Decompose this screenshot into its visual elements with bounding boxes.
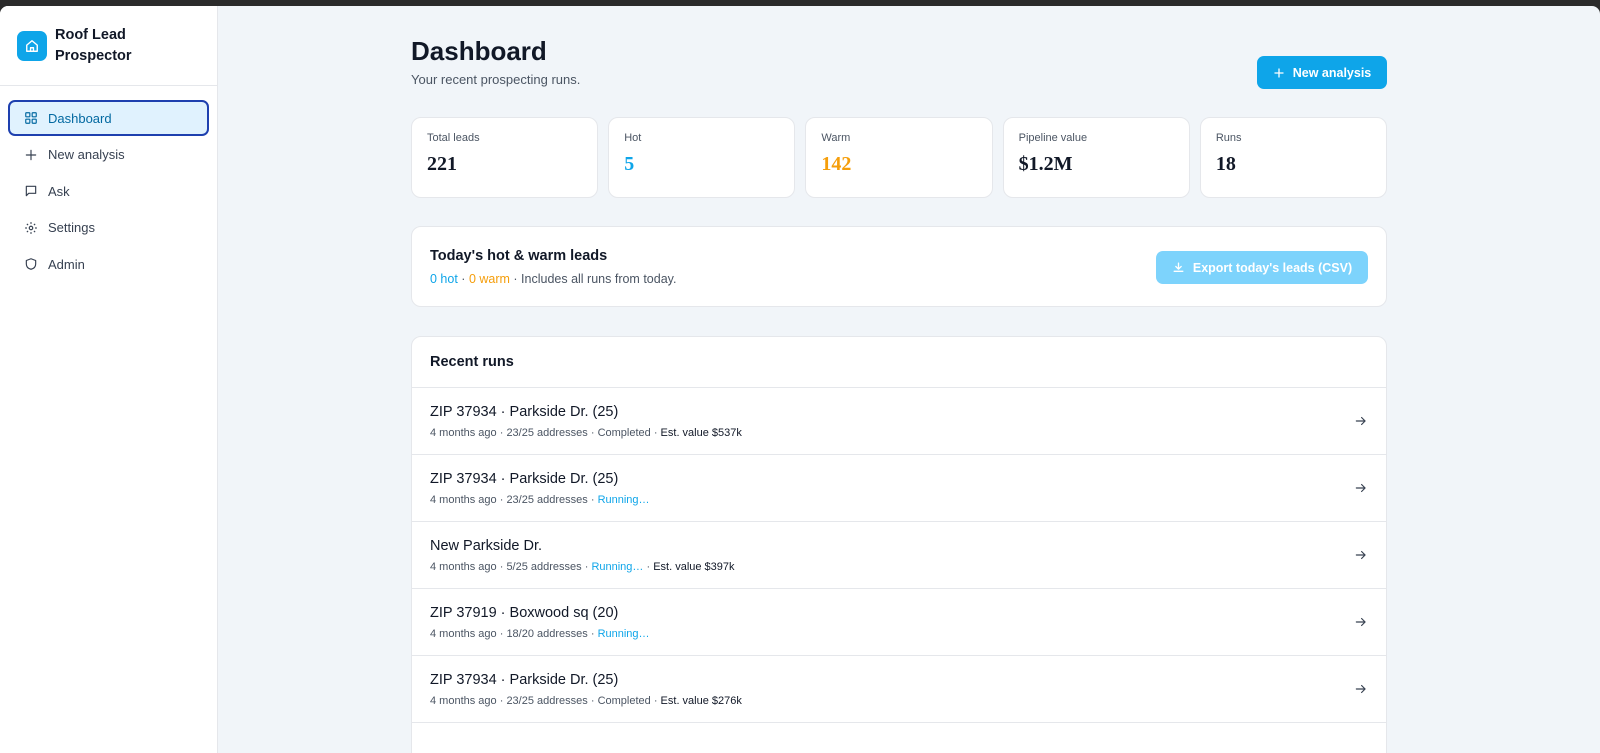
stat-label: Pipeline value (1018, 132, 1088, 144)
page-subtitle: Your recent prospecting runs. (411, 72, 581, 87)
stat-card-hot: Hot 5 (608, 117, 796, 198)
run-row[interactable]: ZIP 37934 · Parkside Dr. (25) 4 months ag… (412, 388, 1386, 455)
hot-count: 0 hot (430, 272, 458, 286)
separator: · (513, 272, 522, 286)
stat-label: Runs (1215, 132, 1242, 144)
export-label: Export today's leads (CSV) (1192, 260, 1353, 275)
run-row[interactable]: New Parkside Dr. 4 months ago · 5/25 addr… (412, 522, 1386, 589)
stat-value: 142 (821, 153, 852, 175)
run-age: 4 months ago (430, 628, 497, 640)
today-leads-title: Today's hot & warm leads (430, 248, 608, 264)
run-age: 4 months ago (430, 695, 497, 707)
run-addresses: 23/25 addresses (506, 695, 588, 707)
download-icon (1173, 262, 1184, 272)
warm-count: 0 warm (468, 272, 510, 286)
run-age: 4 months ago (430, 561, 497, 573)
stat-card-total-leads: Total leads 221 (411, 117, 599, 198)
dashboard-icon (23, 111, 38, 126)
sidebar-item-new-analysis[interactable]: New analysis (8, 137, 209, 173)
today-note: Includes all runs from today. (521, 272, 677, 286)
arrow-right-icon (1355, 416, 1366, 426)
sidebar-item-label: Dashboard (48, 110, 112, 126)
sidebar-nav: Dashboard New analysis Ask Settings Admi… (0, 86, 217, 297)
today-leads-card: Today's hot & warm leads 0 hot · 0 warm … (411, 226, 1387, 307)
stat-value: 18 (1215, 153, 1236, 175)
sidebar-item-dashboard[interactable]: Dashboard (8, 100, 209, 136)
run-est-value: Est. value $537k (660, 427, 742, 439)
run-meta: 4 months ago · 18/20 addresses · Running… (430, 628, 650, 640)
stat-label: Hot (624, 132, 642, 144)
sidebar-item-label: Ask (48, 183, 70, 199)
arrow-right-icon (1355, 617, 1366, 627)
page-title: Dashboard (411, 36, 547, 66)
arrow-right-icon (1355, 684, 1366, 694)
sidebar-item-label: Admin (48, 256, 85, 272)
new-analysis-button[interactable]: New analysis (1257, 56, 1387, 89)
sidebar-item-admin[interactable]: Admin (8, 246, 209, 282)
arrow-right-icon (1355, 550, 1366, 560)
run-addresses: 23/25 addresses (506, 494, 588, 506)
today-leads-summary: 0 hot · 0 warm · Includes all runs from … (430, 272, 676, 286)
runs-list: ZIP 37934 · Parkside Dr. (25) 4 months ag… (412, 388, 1386, 723)
shield-icon (23, 257, 38, 272)
export-csv-button[interactable]: Export today's leads (CSV) (1156, 251, 1368, 284)
sidebar-item-settings[interactable]: Settings (8, 210, 209, 246)
separator: · (461, 272, 469, 286)
brand[interactable]: Roof Lead Prospector (0, 6, 217, 86)
run-row[interactable]: ZIP 37919 · Boxwood sq (20) 4 months ago … (412, 589, 1386, 656)
run-title: ZIP 37919 · Boxwood sq (20) (430, 605, 619, 621)
run-title: New Parkside Dr. (430, 538, 543, 554)
sidebar-item-label: Settings (48, 220, 95, 235)
run-status: Running… (597, 628, 650, 640)
run-meta: 4 months ago · 5/25 addresses · Running…… (430, 561, 735, 573)
run-age: 4 months ago (430, 427, 497, 439)
run-age: 4 months ago (430, 494, 497, 506)
run-est-value: Est. value $397k (653, 561, 735, 573)
run-row[interactable]: ZIP 37934 · Parkside Dr. (25) 4 months ag… (412, 656, 1386, 723)
house-icon (17, 30, 47, 61)
brand-name: Roof Lead Prospector (55, 26, 132, 64)
stat-label: Total leads (427, 132, 480, 144)
run-status: Running… (597, 494, 650, 506)
stat-card-warm: Warm 142 (805, 117, 993, 198)
recent-runs-title: Recent runs (412, 337, 1386, 388)
plus-icon (1274, 67, 1284, 78)
main-content: Dashboard Your recent prospecting runs. … (218, 6, 1600, 753)
run-meta: 4 months ago · 23/25 addresses · Running… (430, 494, 650, 506)
recent-runs-card: Recent runs ZIP 37934 · Parkside Dr. (25… (411, 336, 1387, 753)
run-row[interactable]: ZIP 37934 · Parkside Dr. (25) 4 months ag… (412, 455, 1386, 522)
chat-icon (23, 184, 38, 199)
run-addresses: 23/25 addresses (506, 427, 588, 439)
run-title: ZIP 37934 · Parkside Dr. (25) (430, 471, 619, 487)
app-window: Roof Lead Prospector Dashboard New analy… (0, 6, 1600, 753)
run-addresses: 18/20 addresses (506, 628, 588, 640)
sidebar-item-label: New analysis (48, 147, 125, 162)
sidebar-item-ask[interactable]: Ask (8, 173, 209, 209)
run-status: Completed (597, 427, 651, 439)
stat-value: $1.2M (1018, 153, 1073, 175)
run-title: ZIP 37934 · Parkside Dr. (25) (430, 404, 619, 420)
stat-label: Warm (821, 132, 851, 144)
run-title: ZIP 37934 · Parkside Dr. (25) (430, 672, 619, 688)
arrow-right-icon (1355, 483, 1366, 493)
gear-icon (23, 220, 38, 235)
run-meta: 4 months ago · 23/25 addresses · Complet… (430, 427, 742, 439)
stat-value: 221 (427, 153, 457, 175)
new-analysis-label: New analysis (1292, 65, 1372, 80)
stat-value: 5 (624, 153, 635, 175)
stat-card-pipeline-value: Pipeline value $1.2M (1002, 117, 1190, 198)
run-est-value: Est. value $276k (660, 695, 742, 707)
run-status: Running… (591, 561, 644, 573)
plus-icon (23, 147, 38, 162)
run-status: Completed (597, 695, 651, 707)
run-meta: 4 months ago · 23/25 addresses · Complet… (430, 695, 742, 707)
run-addresses: 5/25 addresses (506, 561, 582, 573)
stats-row: Total leads 221 Hot 5 Warm 142 Pipeline … (411, 117, 1388, 198)
sidebar: Roof Lead Prospector Dashboard New analy… (0, 6, 218, 753)
stat-card-runs: Runs 18 (1199, 117, 1388, 198)
